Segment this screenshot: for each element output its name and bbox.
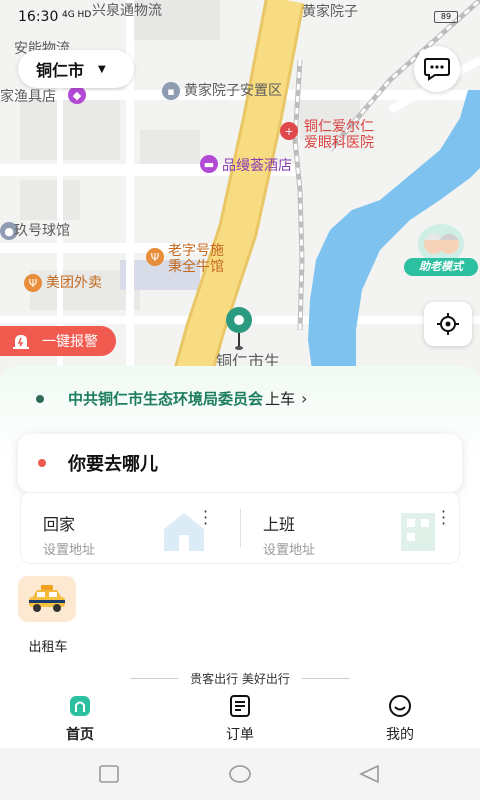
tab-label: 我的 xyxy=(386,727,414,743)
city-name: 铜仁市 xyxy=(36,61,85,80)
pickup-pin-icon xyxy=(226,307,252,350)
home-shortcut[interactable]: 回家 设置地址 · · · xyxy=(21,493,231,565)
status-bar: 16:30 4G HD 89 xyxy=(0,0,480,32)
slogan: 贵客出行 美好出行 xyxy=(0,668,480,688)
tab-home[interactable]: 首页 xyxy=(40,690,120,748)
shortcut-subtitle: 设置地址 xyxy=(263,543,316,558)
slogan-text: 贵客出行 美好出行 xyxy=(190,671,290,686)
locate-me-button[interactable] xyxy=(424,302,472,346)
shortcut-subtitle: 设置地址 xyxy=(43,543,96,558)
system-navigation-bar xyxy=(0,748,480,800)
caret-down-icon: ▼ xyxy=(98,63,106,75)
map-label: 品缦荟酒店 xyxy=(222,158,292,174)
tab-label: 订单 xyxy=(226,727,254,743)
tab-profile[interactable]: 我的 xyxy=(360,690,440,748)
house-illustration-icon xyxy=(164,513,204,551)
chat-button[interactable] xyxy=(414,46,460,92)
status-time: 16:30 xyxy=(18,9,59,25)
destination-dot-icon xyxy=(38,459,46,467)
restaurant-icon: Ψ xyxy=(24,274,42,292)
pickup-dot-icon xyxy=(36,394,44,403)
office-illustration-icon xyxy=(401,513,435,551)
battery-icon: 89 xyxy=(434,11,458,23)
crosshair-icon xyxy=(437,313,459,335)
chevron-right-icon: › xyxy=(301,389,308,408)
destination-input[interactable]: 你要去哪儿 xyxy=(18,434,462,492)
order-icon xyxy=(230,695,250,717)
more-options-icon[interactable]: · · · xyxy=(441,504,446,532)
restaurant-icon: Ψ xyxy=(146,248,164,266)
pickup-location-row[interactable]: 中共铜仁市生态环境局委员会 上车 › xyxy=(36,388,307,409)
pickup-suffix: 上车 xyxy=(265,390,296,408)
back-icon[interactable] xyxy=(358,764,380,784)
divider xyxy=(301,677,350,679)
shop-icon: ◆ xyxy=(68,86,86,104)
map-label: 秉全牛馆 xyxy=(168,259,224,275)
elder-mode-button[interactable]: 助老模式 xyxy=(404,224,478,276)
elder-mode-label: 助老模式 xyxy=(404,258,478,276)
more-options-icon[interactable]: · · · xyxy=(203,504,208,532)
chat-bubble-icon xyxy=(424,58,450,81)
home-system-icon[interactable] xyxy=(228,764,252,784)
pickup-place: 中共铜仁市生态环境局委员会 xyxy=(68,390,264,408)
work-shortcut[interactable]: 上班 设置地址 · · · xyxy=(241,493,451,565)
address-shortcuts: 回家 设置地址 · · · 上班 设置地址 · · · xyxy=(20,492,460,564)
tab-label: 首页 xyxy=(66,727,94,743)
map-label: 美团外卖 xyxy=(46,275,102,291)
tab-orders[interactable]: 订单 xyxy=(200,690,280,748)
shortcut-title: 回家 xyxy=(43,515,76,534)
city-selector[interactable]: 铜仁市 ▼ xyxy=(18,50,134,88)
taxi-icon xyxy=(18,576,76,622)
profile-icon xyxy=(389,695,411,717)
shortcut-title: 上班 xyxy=(263,515,296,534)
residential-icon: ▪ xyxy=(162,82,180,100)
map-label: 玖号球馆 xyxy=(14,223,70,239)
map-label: 黄家院子安置区 xyxy=(184,83,282,99)
bottom-tab-bar: 首页 订单 我的 xyxy=(0,690,480,748)
signal-icon: 4G HD xyxy=(62,10,92,20)
hospital-icon: + xyxy=(280,122,298,140)
divider xyxy=(130,677,179,679)
map-label: 家渔具店 xyxy=(0,89,56,105)
emergency-alarm-button[interactable]: 一键报警 xyxy=(0,326,116,356)
home-icon xyxy=(70,696,90,716)
service-label: 出租车 xyxy=(28,640,68,655)
destination-placeholder: 你要去哪儿 xyxy=(68,454,158,475)
map-label: 爱眼科医院 xyxy=(304,135,374,151)
service-taxi[interactable]: 出租车 xyxy=(18,576,78,655)
emergency-alarm-label: 一键报警 xyxy=(42,334,98,350)
alarm-icon xyxy=(13,335,29,349)
recent-apps-icon[interactable] xyxy=(98,764,120,784)
hotel-icon: ▬ xyxy=(200,155,218,173)
